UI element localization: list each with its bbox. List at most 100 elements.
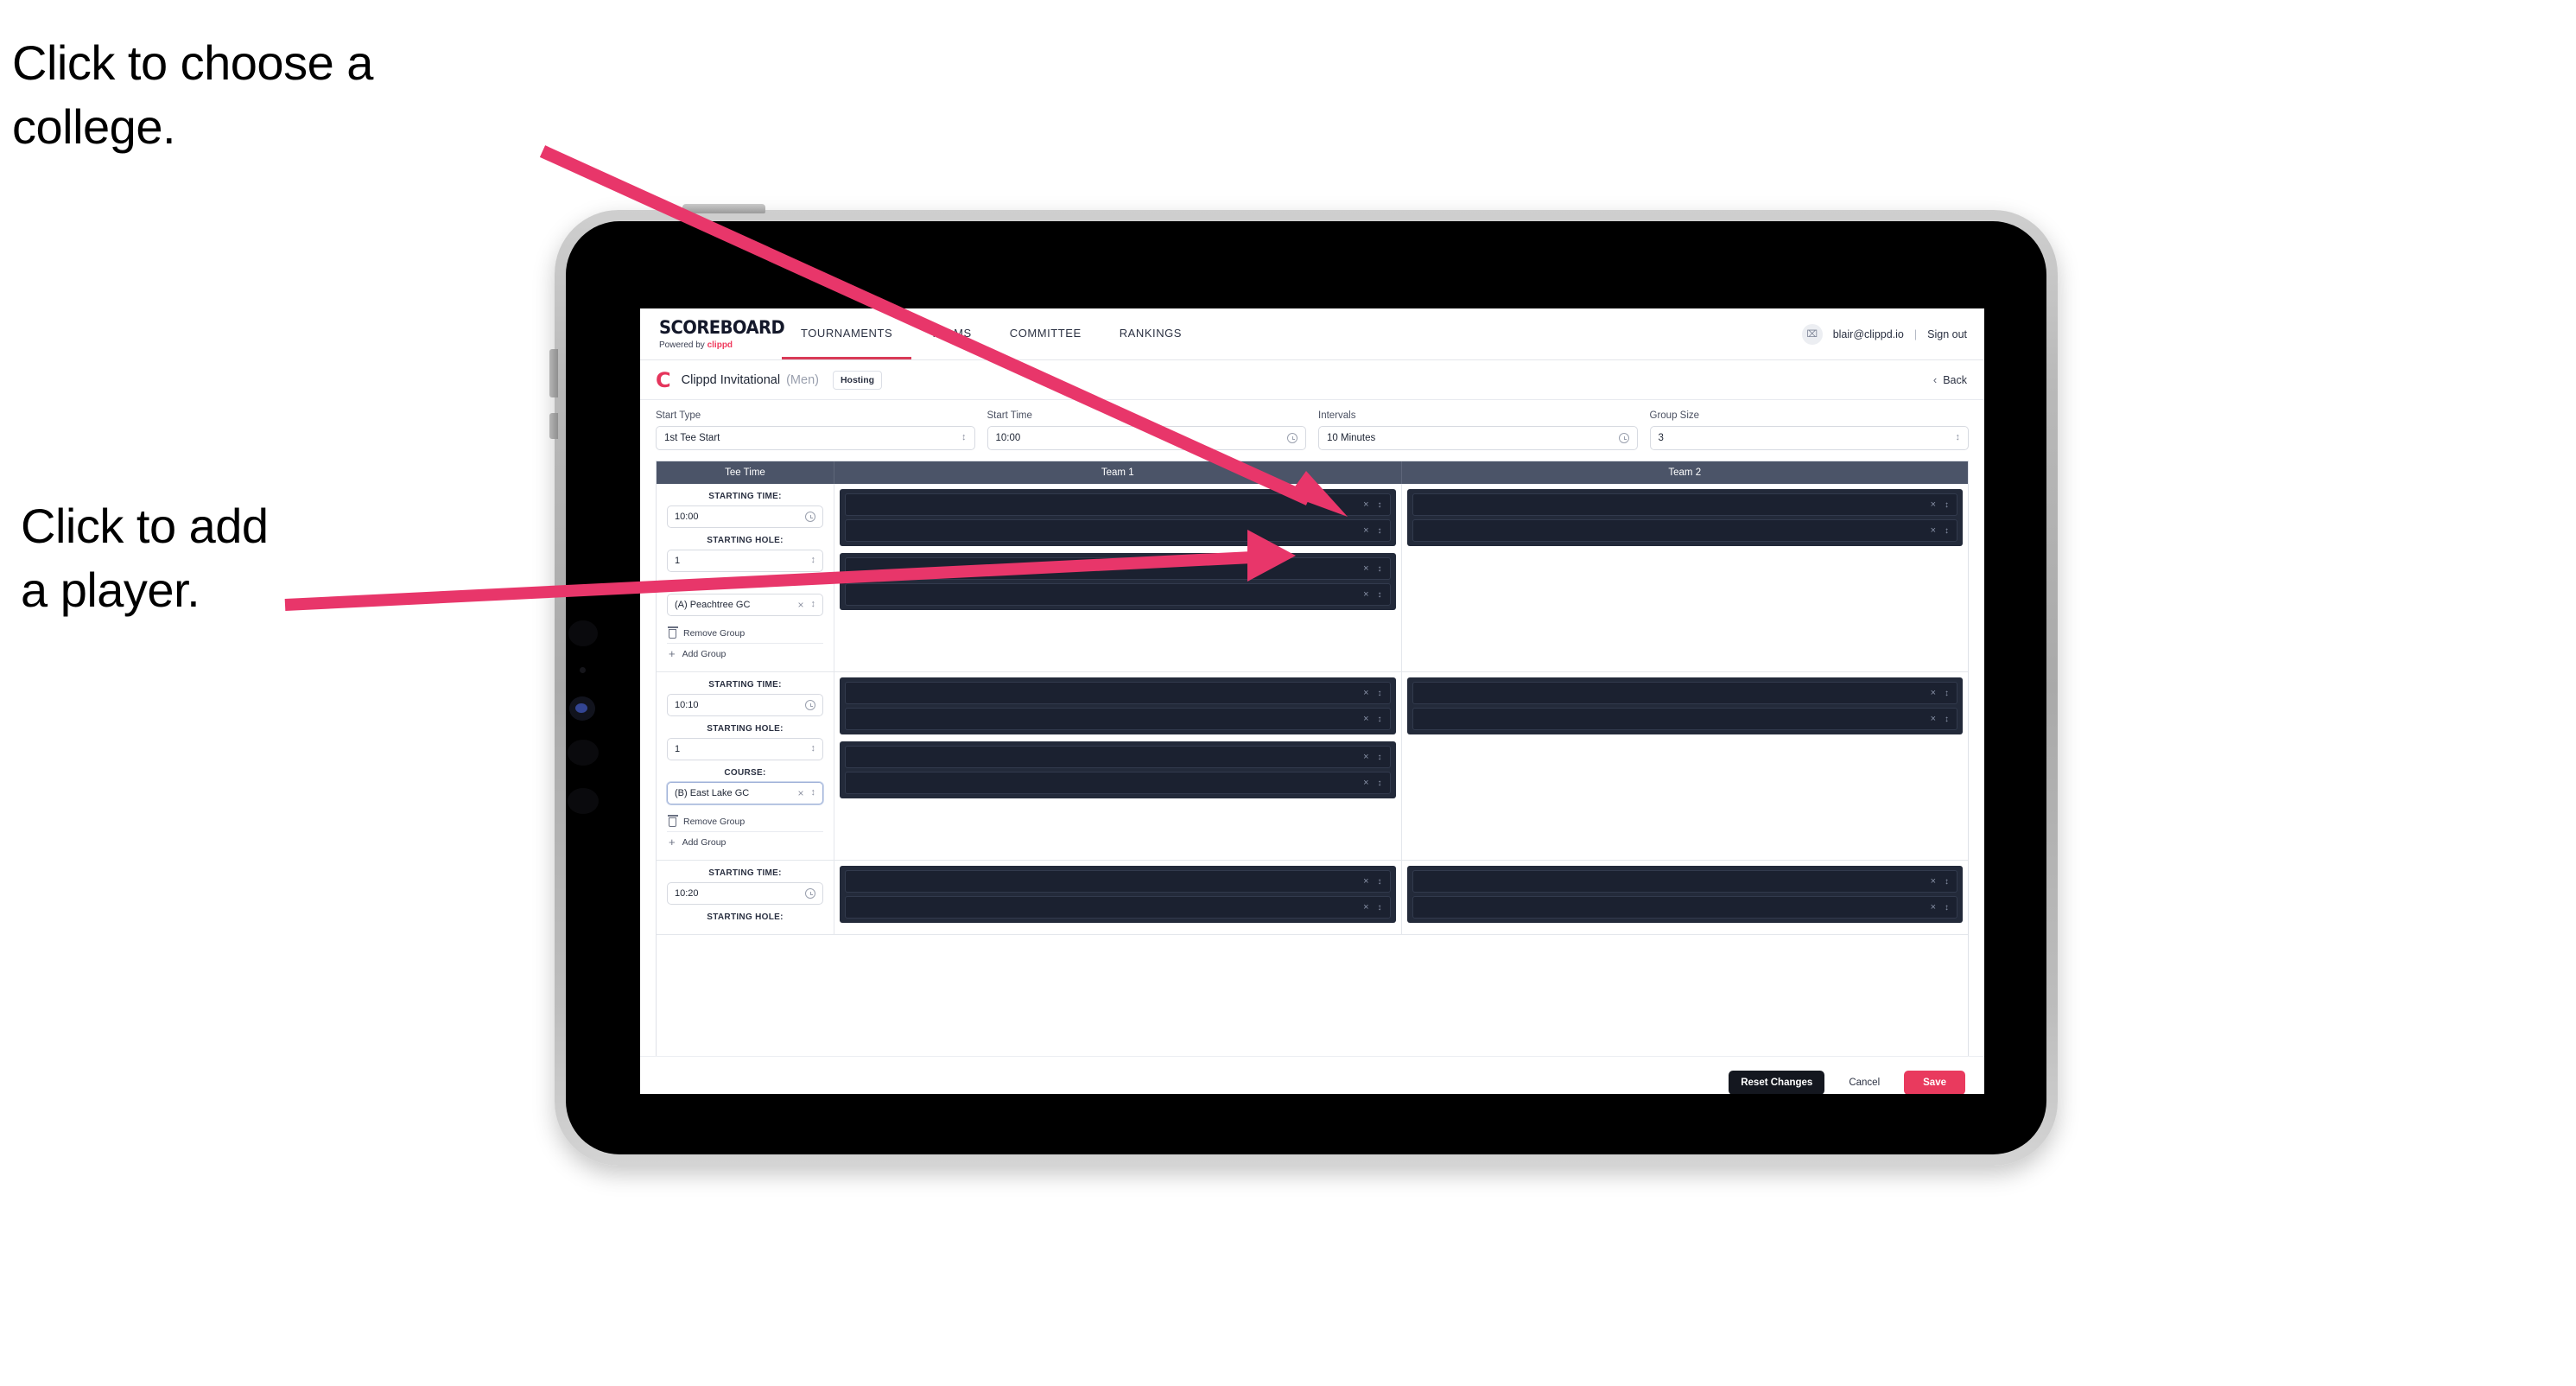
chevron-updown-icon[interactable]: ↕ xyxy=(1378,715,1382,723)
player-slot[interactable]: × ↕ xyxy=(845,772,1391,794)
chevron-updown-icon[interactable]: ↕ xyxy=(1378,564,1382,573)
chevron-updown-icon: ↕ xyxy=(810,555,816,566)
clear-icon[interactable]: × xyxy=(1363,778,1368,788)
hosting-badge: Hosting xyxy=(832,370,883,390)
table-row: STARTING TIME: 10:10 STARTING HOLE: 1 ↕ COURS… xyxy=(657,672,1968,861)
player-slot[interactable]: × ↕ xyxy=(845,870,1391,893)
tee-times-table: Tee Time Team 1 Team 2 STARTING TIME: 10:… xyxy=(656,461,1969,1056)
chevron-updown-icon[interactable]: ↕ xyxy=(1945,715,1949,723)
tee-time-cell: STARTING TIME: 10:10 STARTING HOLE: 1 ↕ COURS… xyxy=(657,672,834,860)
clear-icon[interactable]: × xyxy=(1363,563,1368,574)
clear-icon[interactable]: × xyxy=(1363,902,1368,912)
tournament-gender: (Men) xyxy=(786,372,819,387)
chevron-updown-icon[interactable]: ↕ xyxy=(1378,689,1382,697)
clear-icon[interactable]: × xyxy=(1931,902,1936,912)
player-slot[interactable]: × ↕ xyxy=(1412,519,1957,542)
course-select[interactable]: (A) Peachtree GC × ↕ xyxy=(667,594,823,616)
starting-hole-input[interactable]: 1 ↕ xyxy=(667,550,823,572)
player-slot[interactable]: × ↕ xyxy=(1412,708,1957,730)
brand-wordmark: SCOREBOARD xyxy=(659,316,785,338)
player-slot[interactable]: × ↕ xyxy=(1412,682,1957,704)
chevron-updown-icon[interactable]: ↕ xyxy=(1945,689,1949,697)
player-slot[interactable]: × ↕ xyxy=(845,746,1391,768)
player-slot[interactable]: × ↕ xyxy=(1412,493,1957,516)
player-slot[interactable]: × ↕ xyxy=(845,682,1391,704)
clippd-logo-icon: C xyxy=(656,367,671,392)
clear-icon[interactable]: × xyxy=(1931,499,1936,510)
remove-group-button[interactable]: Remove Group xyxy=(667,812,823,832)
chevron-updown-icon[interactable]: ↕ xyxy=(1378,500,1382,509)
clear-icon[interactable]: × xyxy=(1931,688,1936,698)
add-group-button[interactable]: + Add Group xyxy=(667,832,823,852)
starting-time-input[interactable]: 10:10 xyxy=(667,694,823,716)
clear-icon[interactable]: × xyxy=(797,787,803,799)
player-slot[interactable]: × ↕ xyxy=(1412,870,1957,893)
clock-icon xyxy=(1287,433,1298,443)
intervals-input[interactable]: 10 Minutes xyxy=(1318,426,1638,450)
starting-hole-input[interactable]: 1 ↕ xyxy=(667,738,823,760)
back-button-label: Back xyxy=(1943,373,1967,386)
reset-changes-button[interactable]: Reset Changes xyxy=(1729,1070,1825,1094)
top-navigation-bar: SCOREBOARD Powered by clippd TOURNAMENTS… xyxy=(640,308,1984,360)
add-group-label: Add Group xyxy=(682,836,726,848)
nav-tab-rankings[interactable]: RANKINGS xyxy=(1101,308,1201,359)
clear-icon[interactable]: × xyxy=(1931,714,1936,724)
annotation-add-player: Click to add a player. xyxy=(21,499,269,617)
start-time-value: 10:00 xyxy=(995,433,1021,443)
avatar[interactable]: ⌧ xyxy=(1801,323,1823,345)
control-start-time-label: Start Time xyxy=(987,410,1032,421)
brand-logo[interactable]: SCOREBOARD Powered by clippd xyxy=(640,308,785,359)
chevron-left-icon: ‹ xyxy=(1932,373,1938,386)
start-type-select[interactable]: 1st Tee Start ↕ xyxy=(656,426,975,450)
team-2-cell: × ↕ × ↕ xyxy=(1401,484,1968,671)
chevron-updown-icon[interactable]: ↕ xyxy=(1378,779,1382,787)
chevron-updown-icon[interactable]: ↕ xyxy=(1378,877,1382,886)
action-footer: Reset Changes Cancel Save xyxy=(640,1056,1984,1094)
player-slot[interactable]: × ↕ xyxy=(845,493,1391,516)
course-select-value: (A) Peachtree GC xyxy=(675,600,751,610)
chevron-updown-icon[interactable]: ↕ xyxy=(1378,753,1382,761)
chevron-updown-icon[interactable]: ↕ xyxy=(1378,590,1382,599)
group-size-select[interactable]: 3 ↕ xyxy=(1649,426,1969,450)
brand-tagline: Powered by clippd xyxy=(659,340,770,350)
player-slot[interactable]: × ↕ xyxy=(845,896,1391,919)
starting-time-label: STARTING TIME: xyxy=(708,492,782,501)
clear-icon[interactable]: × xyxy=(1363,499,1368,510)
clear-icon[interactable]: × xyxy=(1931,525,1936,536)
add-group-button[interactable]: + Add Group xyxy=(667,644,823,664)
starting-time-input[interactable]: 10:00 xyxy=(667,505,823,528)
player-slot[interactable]: × ↕ xyxy=(845,708,1391,730)
control-intervals-label: Intervals xyxy=(1318,410,1356,421)
clear-icon[interactable]: × xyxy=(1931,876,1936,887)
player-slot[interactable]: × ↕ xyxy=(845,583,1391,606)
chevron-updown-icon[interactable]: ↕ xyxy=(1945,526,1949,535)
player-slot[interactable]: × ↕ xyxy=(1412,896,1957,919)
starting-time-input[interactable]: 10:20 xyxy=(667,882,823,905)
chevron-updown-icon[interactable]: ↕ xyxy=(1378,526,1382,535)
clear-icon[interactable]: × xyxy=(1363,688,1368,698)
chevron-updown-icon[interactable]: ↕ xyxy=(1945,903,1949,912)
clear-icon[interactable]: × xyxy=(797,599,803,611)
clear-icon[interactable]: × xyxy=(1363,525,1368,536)
start-time-input[interactable]: 10:00 xyxy=(987,426,1306,450)
clear-icon[interactable]: × xyxy=(1363,752,1368,762)
intervals-value: 10 Minutes xyxy=(1327,433,1376,443)
clear-icon[interactable]: × xyxy=(1363,876,1368,887)
player-slot[interactable]: × ↕ xyxy=(845,557,1391,580)
back-button[interactable]: ‹ Back xyxy=(1933,373,1967,386)
sign-out-link[interactable]: Sign out xyxy=(1927,328,1967,340)
save-button[interactable]: Save xyxy=(1904,1070,1965,1094)
chevron-updown-icon[interactable]: ↕ xyxy=(1945,500,1949,509)
nav-tab-tournaments[interactable]: TOURNAMENTS xyxy=(782,308,912,359)
chevron-updown-icon[interactable]: ↕ xyxy=(1378,903,1382,912)
clear-icon[interactable]: × xyxy=(1363,589,1368,600)
nav-tab-committee[interactable]: COMMITTEE xyxy=(991,308,1101,359)
chevron-updown-icon[interactable]: ↕ xyxy=(1945,877,1949,886)
nav-tab-teams[interactable]: TEAMS xyxy=(911,308,991,359)
starting-time-label: STARTING TIME: xyxy=(708,680,782,690)
player-slot[interactable]: × ↕ xyxy=(845,519,1391,542)
remove-group-button[interactable]: Remove Group xyxy=(667,624,823,644)
clear-icon[interactable]: × xyxy=(1363,714,1368,724)
course-select[interactable]: (B) East Lake GC × ↕ xyxy=(667,782,823,804)
cancel-button[interactable]: Cancel xyxy=(1837,1071,1892,1095)
